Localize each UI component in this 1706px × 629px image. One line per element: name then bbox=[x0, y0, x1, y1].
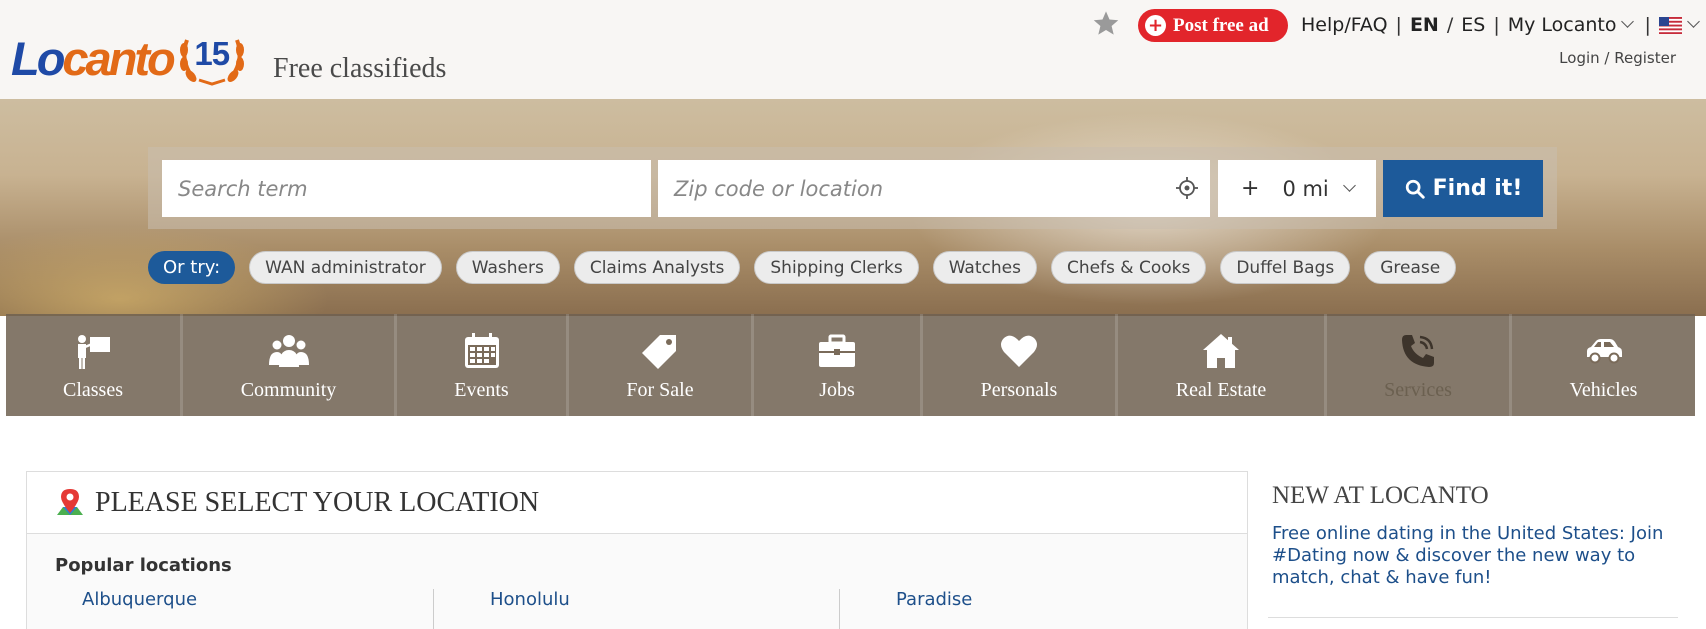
post-free-ad-button[interactable]: + Post free ad bbox=[1138, 9, 1288, 42]
star-icon[interactable] bbox=[1092, 9, 1120, 37]
divider bbox=[1268, 617, 1678, 618]
category-label: Personals bbox=[980, 379, 1058, 401]
help-faq-link[interactable]: Help/FAQ bbox=[1301, 14, 1388, 36]
news-link[interactable]: Free online dating in the United States:… bbox=[1272, 523, 1672, 589]
us-flag-icon bbox=[1658, 17, 1682, 34]
popular-locations-title: Popular locations bbox=[55, 555, 232, 576]
category-label: For Sale bbox=[626, 379, 694, 401]
location-panel-header: PLEASE SELECT YOUR LOCATION bbox=[27, 472, 1247, 534]
news-title: NEW AT LOCANTO bbox=[1272, 482, 1489, 509]
category-label: Community bbox=[240, 379, 337, 401]
chevron-down-icon bbox=[1342, 179, 1356, 192]
lang-es-link[interactable]: ES bbox=[1461, 14, 1485, 36]
tagline: Free classifieds bbox=[273, 53, 447, 84]
location-link[interactable]: Albuquerque bbox=[82, 589, 197, 629]
search-icon bbox=[1405, 179, 1425, 199]
category-label: Services bbox=[1384, 379, 1452, 401]
search-bar: Search term Zip code or location + 0 mi bbox=[148, 147, 1557, 229]
car-icon bbox=[1586, 339, 1622, 364]
heart-icon bbox=[1001, 335, 1037, 367]
search-term-placeholder: Search term bbox=[178, 176, 308, 201]
login-register-link[interactable]: Login / Register bbox=[1559, 49, 1676, 67]
location-panel: PLEASE SELECT YOUR LOCATION Popular loca… bbox=[26, 471, 1248, 629]
find-it-button[interactable]: Find it! bbox=[1383, 160, 1543, 217]
category-jobs[interactable]: Jobs bbox=[754, 314, 923, 416]
category-bar: Classes Community Events For Sale Jobs P… bbox=[6, 314, 1700, 416]
or-try-label: Or try: bbox=[148, 251, 236, 284]
location-link[interactable]: Paradise bbox=[839, 589, 972, 629]
suggestion-chip[interactable]: WAN administrator bbox=[249, 251, 442, 284]
briefcase-icon bbox=[819, 334, 855, 367]
logo-lo: Lo bbox=[11, 32, 65, 85]
category-real-estate[interactable]: Real Estate bbox=[1118, 314, 1327, 416]
anniversary-badge: 15 bbox=[177, 32, 247, 86]
category-personals[interactable]: Personals bbox=[923, 314, 1118, 416]
divider: | bbox=[1493, 14, 1500, 36]
suggestion-chip[interactable]: Grease bbox=[1364, 251, 1457, 284]
chevron-down-icon bbox=[1621, 15, 1635, 28]
category-community[interactable]: Community bbox=[183, 314, 397, 416]
top-links: Help/FAQ | EN / ES | My Locanto | bbox=[1301, 14, 1702, 36]
category-vehicles[interactable]: Vehicles bbox=[1512, 314, 1695, 416]
location-panel-title: PLEASE SELECT YOUR LOCATION bbox=[95, 486, 540, 518]
house-icon bbox=[1203, 334, 1239, 368]
suggestion-chip[interactable]: Claims Analysts bbox=[573, 251, 741, 284]
radius-value: 0 mi bbox=[1282, 176, 1329, 201]
suggestion-chip[interactable]: Chefs & Cooks bbox=[1050, 251, 1207, 284]
tag-icon bbox=[642, 335, 676, 369]
category-services[interactable]: Services bbox=[1327, 314, 1512, 416]
community-icon bbox=[268, 335, 309, 367]
country-selector[interactable] bbox=[1658, 14, 1702, 36]
hero-banner: Search term Zip code or location + 0 mi bbox=[0, 99, 1706, 316]
category-label: Real Estate bbox=[1175, 379, 1267, 401]
suggestion-row: Or try: WAN administrator Washers Claims… bbox=[148, 251, 1470, 284]
phone-icon bbox=[1402, 335, 1434, 367]
logo-canto: canto bbox=[62, 32, 175, 85]
my-locanto-menu[interactable]: My Locanto bbox=[1508, 14, 1637, 36]
plus-icon: + bbox=[1145, 15, 1166, 36]
divider: | bbox=[1644, 14, 1651, 36]
post-ad-label: Post free ad bbox=[1173, 14, 1269, 36]
map-pin-icon bbox=[57, 488, 83, 515]
divider: / bbox=[1446, 14, 1454, 36]
location-link[interactable]: Honolulu bbox=[433, 589, 570, 629]
suggestion-chip[interactable]: Duffel Bags bbox=[1220, 251, 1351, 284]
suggestion-chip[interactable]: Watches bbox=[932, 251, 1037, 284]
category-label: Vehicles bbox=[1569, 379, 1638, 401]
main-content: PLEASE SELECT YOUR LOCATION Popular loca… bbox=[0, 416, 1706, 629]
suggestion-chip[interactable]: Shipping Clerks bbox=[754, 251, 919, 284]
header: Locanto 15 Free classifieds + Post free … bbox=[0, 0, 1706, 99]
radius-plus: + bbox=[1241, 176, 1260, 201]
lang-en-link[interactable]: EN bbox=[1410, 14, 1439, 36]
category-for-sale[interactable]: For Sale bbox=[569, 314, 754, 416]
category-classes[interactable]: Classes bbox=[6, 314, 183, 416]
category-events[interactable]: Events bbox=[397, 314, 569, 416]
locanto-logo[interactable]: Locanto 15 bbox=[11, 32, 247, 86]
category-label: Jobs bbox=[819, 379, 855, 401]
search-term-input[interactable]: Search term bbox=[162, 160, 651, 217]
location-input[interactable]: Zip code or location bbox=[658, 160, 1210, 217]
location-placeholder: Zip code or location bbox=[674, 176, 884, 201]
chevron-down-icon bbox=[1687, 15, 1700, 28]
locate-me-icon[interactable] bbox=[1175, 176, 1199, 200]
suggestion-chip[interactable]: Washers bbox=[455, 251, 560, 284]
find-it-label: Find it! bbox=[1432, 176, 1523, 201]
category-label: Events bbox=[454, 379, 509, 401]
classes-icon bbox=[78, 335, 110, 369]
calendar-icon bbox=[464, 333, 499, 368]
my-locanto-label: My Locanto bbox=[1507, 14, 1617, 36]
divider: | bbox=[1395, 14, 1402, 36]
badge-number: 15 bbox=[194, 35, 230, 72]
radius-select[interactable]: + 0 mi bbox=[1218, 160, 1376, 217]
logo-wordmark: Locanto bbox=[11, 32, 176, 86]
category-label: Classes bbox=[63, 379, 123, 401]
